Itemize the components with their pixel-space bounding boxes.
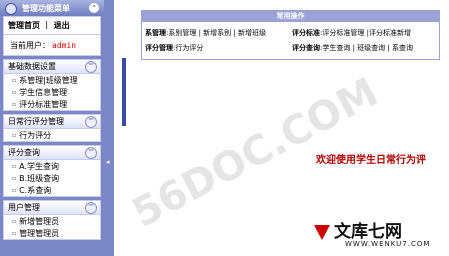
menu-group-title[interactable]: 用户管理 ︾ xyxy=(4,201,100,215)
menu-group-daily-scoring: 日常行评分管理 ︾ ▫ 行为评分 xyxy=(3,114,101,142)
ops-label: 评分查询 xyxy=(292,44,320,52)
bullet-icon: ▫ xyxy=(12,174,17,182)
chevron-down-icon[interactable]: ︾ xyxy=(85,147,97,159)
home-logout-links[interactable]: 管理首页 ｜ 退出 xyxy=(4,17,100,34)
brand-watermark: 文库七网 xyxy=(334,217,402,242)
menu-group-label: 日常行评分管理 xyxy=(8,117,64,126)
ops-label: 系管理 xyxy=(145,29,166,37)
menu-group-title[interactable]: 日常行评分管理 ︾ xyxy=(4,115,100,129)
menu-item-label: 系管理|班级管理 xyxy=(19,75,78,85)
bullet-icon: ▫ xyxy=(12,88,17,96)
menu-group-label: 评分查询 xyxy=(8,148,40,157)
chevron-up-icon[interactable]: ⌃ xyxy=(89,3,99,13)
menu-item-label: 学生信息管理 xyxy=(19,87,68,97)
menu-group-label: 基础数据设置 xyxy=(8,62,56,71)
menu-item-class-query[interactable]: ▫ B.班级查询 xyxy=(4,172,100,184)
menu-group-basic-data: 基础数据设置 ︾ ▫ 系管理|班级管理 ▫ 学生信息管理 ▫ 评分标准管理 xyxy=(3,59,101,111)
menu-icon xyxy=(5,3,17,15)
menu-group-user-management: 用户管理 ︾ ▫ 新增管理员 ▫ 管理管理员 xyxy=(3,200,101,240)
chevron-down-icon[interactable]: ︾ xyxy=(85,202,97,214)
menu-item-student-info[interactable]: ▫ 学生信息管理 xyxy=(4,86,100,98)
chevron-down-icon[interactable]: ︾ xyxy=(85,61,97,73)
menu-item-label: 评分标准管理 xyxy=(19,99,68,109)
current-user-name: admin xyxy=(52,40,77,50)
menu-group-title[interactable]: 基础数据设置 ︾ xyxy=(4,60,100,74)
welcome-message: 欢迎使用学生日常行为评 xyxy=(316,155,426,166)
current-user-label: 当前用户： xyxy=(10,40,50,50)
ops-links[interactable]: :行为评分 xyxy=(173,44,203,52)
menu-item-manage-admin[interactable]: ▫ 管理管理员 xyxy=(4,227,100,239)
menu-item-label: B.班级查询 xyxy=(19,173,60,183)
menu-group-title[interactable]: 评分查询 ︾ xyxy=(4,146,100,160)
ops-scoring-standard: 评分标准:评分标准管理 |评分标准新增 xyxy=(292,28,411,38)
menu-item-label: A.学生查询 xyxy=(19,161,59,171)
bullet-icon: ▫ xyxy=(12,131,17,139)
sidebar-title: 管理功能菜单 xyxy=(22,3,70,13)
chevron-down-icon[interactable]: ︾ xyxy=(85,116,97,128)
ops-label: 评分标准 xyxy=(292,29,320,37)
collapse-arrow-icon[interactable]: ◂ xyxy=(106,158,110,166)
ops-links[interactable]: :系别管理 | 新增系别 | 新增班级 xyxy=(166,29,266,37)
menu-item-label: 新增管理员 xyxy=(19,216,60,226)
bullet-icon: ▫ xyxy=(12,186,17,194)
bullet-icon: ▫ xyxy=(12,162,17,170)
ops-score-query: 评分查询:学生查询 | 班级查询 | 系查询 xyxy=(292,43,413,53)
bullet-icon: ▫ xyxy=(12,229,17,237)
menu-item-label: 管理管理员 xyxy=(19,228,60,238)
menu-group-label: 用户管理 xyxy=(8,203,40,212)
sidebar-header: 管理功能菜单 ⌃ xyxy=(0,0,104,16)
common-operations-card: 常用操作 系管理:系别管理 | 新增系别 | 新增班级 评分标准:评分标准管理 … xyxy=(141,10,440,60)
menu-item-add-admin[interactable]: ▫ 新增管理员 xyxy=(4,215,100,227)
ops-scoring-management: 评分管理:行为评分 xyxy=(145,43,203,53)
menu-item-behavior-scoring[interactable]: ▫ 行为评分 xyxy=(4,129,100,141)
bullet-icon: ▫ xyxy=(12,217,17,225)
menu-item-label: C.系查询 xyxy=(19,185,52,195)
menu-item-label: 行为评分 xyxy=(19,130,52,140)
sidebar: 管理功能菜单 ⌃ 管理首页 ｜ 退出 当前用户： admin 基础数据设置 ︾ … xyxy=(0,0,104,256)
brand-logo-icon xyxy=(314,225,330,240)
card-title: 常用操作 xyxy=(142,11,439,22)
ops-links[interactable]: :学生查询 | 班级查询 | 系查询 xyxy=(320,44,413,52)
menu-item-dept-query[interactable]: ▫ C.系查询 xyxy=(4,184,100,196)
bullet-icon: ▫ xyxy=(12,76,17,84)
ops-label: 评分管理 xyxy=(145,44,173,52)
ops-dept-management: 系管理:系别管理 | 新增系别 | 新增班级 xyxy=(145,28,266,38)
menu-group-score-query: 评分查询 ︾ ▫ A.学生查询 ▫ B.班级查询 ▫ C.系查询 xyxy=(3,145,101,197)
current-user: 当前用户： admin xyxy=(4,34,100,55)
brand-text: 文库七网 xyxy=(334,222,402,242)
accent-bar xyxy=(122,58,126,126)
ops-links[interactable]: :评分标准管理 |评分标准新增 xyxy=(320,29,411,37)
sidebar-splitter[interactable]: ◂ xyxy=(104,0,114,256)
menu-item-student-query[interactable]: ▫ A.学生查询 xyxy=(4,160,100,172)
menu-item-dept-class[interactable]: ▫ 系管理|班级管理 xyxy=(4,74,100,86)
menu-item-scoring-standard[interactable]: ▫ 评分标准管理 xyxy=(4,98,100,110)
sidebar-user-panel: 管理首页 ｜ 退出 当前用户： admin xyxy=(3,16,101,56)
brand-url: WWW.WENKU7.COM xyxy=(345,240,431,248)
bullet-icon: ▫ xyxy=(12,100,17,108)
